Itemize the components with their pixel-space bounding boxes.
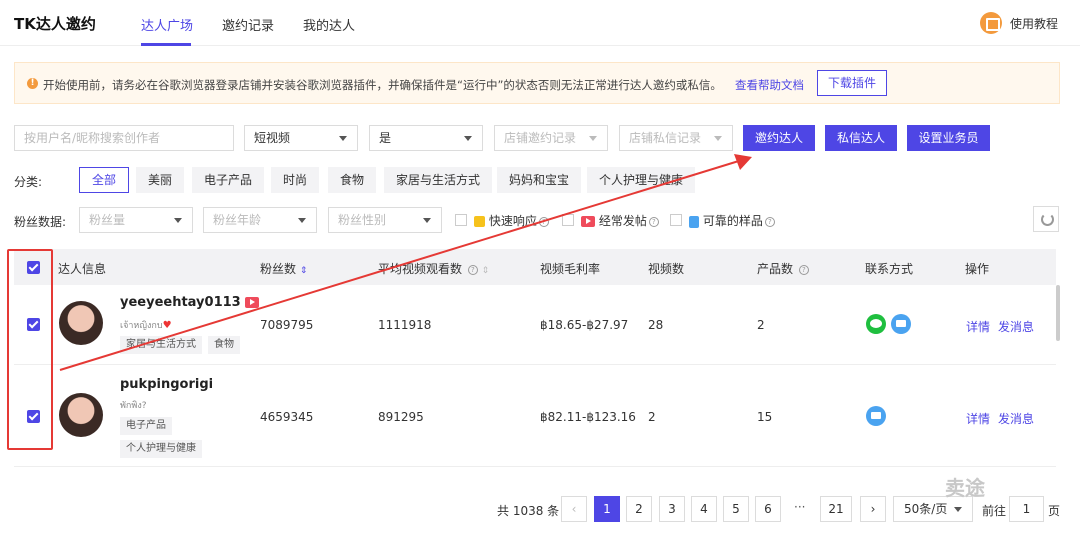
watermark: 卖途 — [945, 476, 985, 500]
arrow-line — [59, 159, 743, 371]
annotation-arrow — [59, 154, 752, 371]
